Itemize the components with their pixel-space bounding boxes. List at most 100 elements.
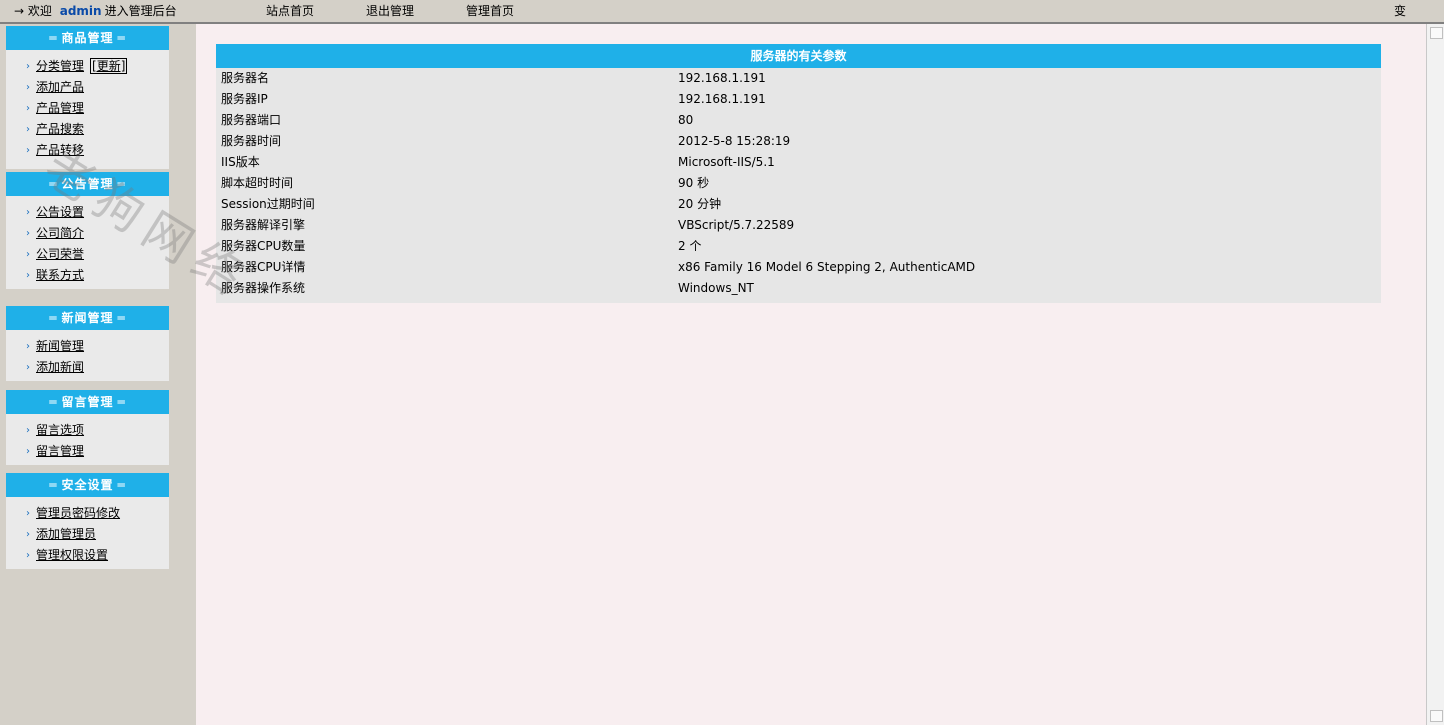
bullet-icon: ›	[26, 508, 30, 519]
bullet-icon: ›	[26, 228, 30, 239]
param-value: 20 分钟	[678, 197, 722, 211]
panel-title: 新闻管理	[61, 311, 114, 325]
table-row: Session过期时间 20 分钟	[216, 194, 1381, 215]
sidebar-item: › 新闻管理	[6, 336, 169, 357]
param-value: Microsoft-IIS/5.1	[678, 155, 775, 169]
vertical-scrollbar[interactable]	[1426, 24, 1444, 725]
table-footer	[216, 299, 1381, 303]
scroll-up-button[interactable]	[1430, 27, 1443, 39]
table-row: 服务器IP 192.168.1.191	[216, 89, 1381, 110]
sidebar-item: › 留言选项	[6, 420, 169, 441]
param-name: 服务器CPU数量	[221, 239, 306, 253]
sidebar-link-category[interactable]: 分类管理	[36, 59, 84, 73]
panel-title: 留言管理	[61, 395, 114, 409]
panel-message-management: ═ 留言管理 ═ › 留言选项 › 留言管理	[6, 390, 169, 465]
bullet-icon: ›	[26, 270, 30, 281]
table-row: 服务器操作系统 Windows_NT	[216, 278, 1381, 299]
sidebar-link-contact[interactable]: 联系方式	[36, 268, 84, 282]
sidebar-item: › 公司荣誉	[6, 244, 169, 265]
sidebar-item: › 产品管理	[6, 98, 169, 119]
bullet-icon: ›	[26, 425, 30, 436]
server-info-table: 服务器的有关参数 服务器名 192.168.1.191 服务器IP 192.168.1…	[216, 44, 1381, 303]
panel-title: 安全设置	[61, 478, 114, 492]
bullet-icon: ›	[26, 124, 30, 135]
top-bar: → 欢迎 admin 进入管理后台 站点首页 退出管理 管理首页 变	[0, 0, 1444, 24]
nav-admin-home-link[interactable]: 管理首页	[466, 3, 514, 19]
sidebar-link-company-intro[interactable]: 公司简介	[36, 226, 84, 240]
welcome-text: → 欢迎 admin 进入管理后台	[14, 3, 177, 19]
sidebar-link-permission-settings[interactable]: 管理权限设置	[36, 548, 108, 562]
sidebar-link-notice-settings[interactable]: 公告设置	[36, 205, 84, 219]
sidebar-item: › 管理员密码修改	[6, 503, 169, 524]
panel-news-management: ═ 新闻管理 ═ › 新闻管理 › 添加新闻	[6, 306, 169, 381]
sidebar-item: › 产品转移	[6, 140, 169, 161]
topbar-right-text: 变	[1394, 4, 1407, 18]
table-row: 服务器CPU详情 x86 Family 16 Model 6 Stepping 2…	[216, 257, 1381, 278]
welcome-suffix: 进入管理后台	[104, 4, 177, 18]
sidebar-link-add-product[interactable]: 添加产品	[36, 80, 84, 94]
param-name: Session过期时间	[221, 197, 315, 211]
param-name: 服务器名	[221, 71, 270, 85]
table-row: 服务器时间 2012-5-8 15:28:19	[216, 131, 1381, 152]
table-row: 服务器端口 80	[216, 110, 1381, 131]
sidebar-link-news-manage[interactable]: 新闻管理	[36, 339, 84, 353]
table-row: 服务器名 192.168.1.191	[216, 68, 1381, 89]
panel-header: ═ 安全设置 ═	[6, 473, 169, 497]
bullet-icon: ›	[26, 362, 30, 373]
sidebar-link-product-manage[interactable]: 产品管理	[36, 101, 84, 115]
nav-site-home-link[interactable]: 站点首页	[266, 3, 314, 19]
param-value: 90 秒	[678, 176, 710, 190]
panel-header: ═ 留言管理 ═	[6, 390, 169, 414]
nav-logout-link[interactable]: 退出管理	[366, 3, 414, 19]
bullet-icon: ›	[26, 446, 30, 457]
bullet-icon: ›	[26, 529, 30, 540]
bullet-icon: ›	[26, 341, 30, 352]
param-value: 192.168.1.191	[678, 71, 766, 85]
param-value: x86 Family 16 Model 6 Stepping 2, Authen…	[678, 260, 976, 274]
sidebar-item: › 联系方式	[6, 265, 169, 286]
sidebar-link-add-admin[interactable]: 添加管理员	[36, 527, 96, 541]
panel-header: ═ 新闻管理 ═	[6, 306, 169, 330]
param-value: VBScript/5.7.22589	[678, 218, 795, 232]
server-info-rows: 服务器名 192.168.1.191 服务器IP 192.168.1.191 服务器端口…	[216, 68, 1381, 299]
update-link[interactable]: [更新]	[90, 58, 128, 74]
sidebar-link-product-search[interactable]: 产品搜索	[36, 122, 84, 136]
panel-header: ═ 商品管理 ═	[6, 26, 169, 50]
panel-notice-management: ═ 公告管理 ═ › 公告设置 › 公司简介 › 公司荣誉 › 联系方式	[6, 172, 169, 289]
sidebar-item: › 产品搜索	[6, 119, 169, 140]
sidebar-item: › 公司简介	[6, 223, 169, 244]
bullet-icon: ›	[26, 249, 30, 260]
panel-title: 商品管理	[61, 31, 114, 45]
sidebar-link-company-honor[interactable]: 公司荣誉	[36, 247, 84, 261]
sidebar-link-message-options[interactable]: 留言选项	[36, 423, 84, 437]
sidebar-item: › 添加产品	[6, 77, 169, 98]
sidebar-link-message-manage[interactable]: 留言管理	[36, 444, 84, 458]
sidebar-item: › 添加管理员	[6, 524, 169, 545]
sidebar-item: › 添加新闻	[6, 357, 169, 378]
sidebar-item: › 公告设置	[6, 202, 169, 223]
scroll-down-button[interactable]	[1430, 710, 1443, 722]
param-name: 服务器CPU详情	[221, 260, 306, 274]
table-row: 服务器解译引擎 VBScript/5.7.22589	[216, 215, 1381, 236]
sidebar-link-change-password[interactable]: 管理员密码修改	[36, 506, 120, 520]
bullet-icon: ›	[26, 207, 30, 218]
sidebar-link-product-transfer[interactable]: 产品转移	[36, 143, 84, 157]
param-value: Windows_NT	[678, 281, 754, 295]
bullet-icon: ›	[26, 103, 30, 114]
param-name: IIS版本	[221, 155, 260, 169]
bullet-icon: ›	[26, 550, 30, 561]
sidebar: ═ 商品管理 ═ › 分类管理 [更新] › 添加产品 › 产品管理 › 产品搜索 › 产品转移…	[0, 24, 196, 725]
table-row: IIS版本 Microsoft-IIS/5.1	[216, 152, 1381, 173]
param-name: 脚本超时时间	[221, 176, 294, 190]
sidebar-item: › 管理权限设置	[6, 545, 169, 566]
param-name: 服务器操作系统	[221, 281, 306, 295]
bullet-icon: ›	[26, 145, 30, 156]
table-row: 脚本超时时间 90 秒	[216, 173, 1381, 194]
param-value: 80	[678, 113, 694, 127]
panel-title: 公告管理	[61, 177, 114, 191]
arrow-icon: →	[14, 4, 25, 18]
param-value: 192.168.1.191	[678, 92, 766, 106]
sidebar-link-add-news[interactable]: 添加新闻	[36, 360, 84, 374]
param-name: 服务器端口	[221, 113, 282, 127]
bullet-icon: ›	[26, 61, 30, 72]
